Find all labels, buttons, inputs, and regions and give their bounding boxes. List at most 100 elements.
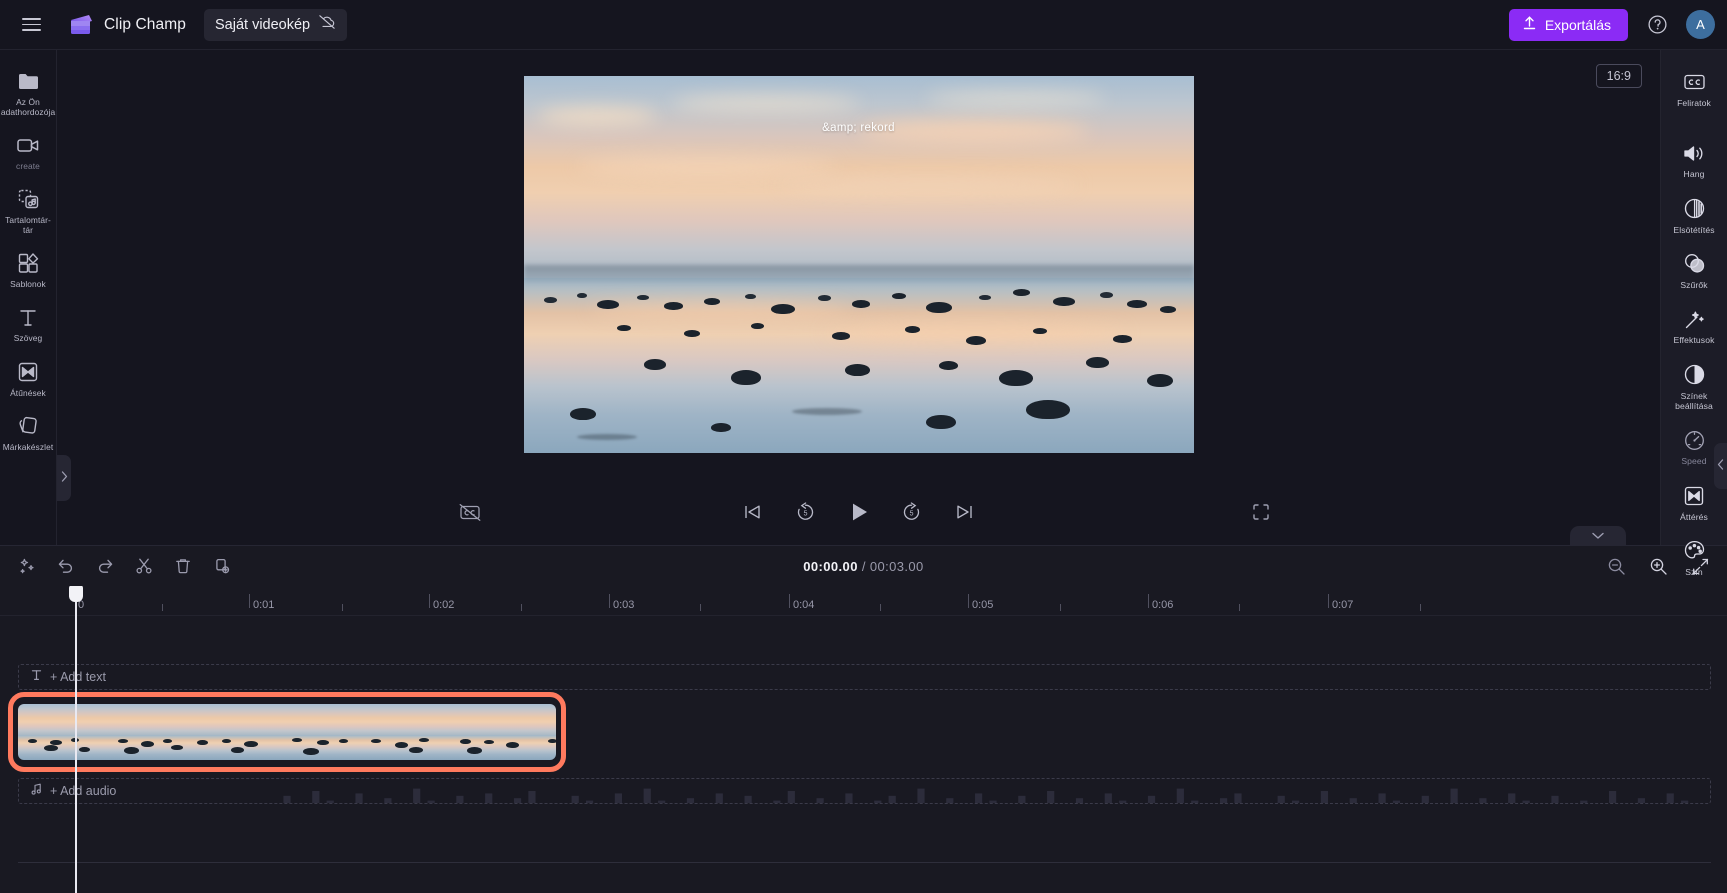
ruler-label: 0:04 (793, 599, 815, 611)
current-time: 00:00.00 (803, 558, 858, 574)
brand-logo-link[interactable]: Clip Champ (68, 12, 186, 37)
panel-item-effects[interactable]: Effektusok (1661, 299, 1727, 352)
panel-item-label: Feliratok (1677, 98, 1711, 108)
transitions-icon (1682, 484, 1706, 508)
palette-icon (1682, 539, 1706, 563)
panel-item-captions[interactable]: Feliratok (1661, 62, 1727, 115)
clipchamp-editor: Clip Champ Saját videokép Exportálás A A… (0, 0, 1727, 893)
clip-thumbnail (358, 704, 443, 760)
help-circle-icon[interactable] (1642, 10, 1672, 40)
panel-item-label: Hang (1683, 169, 1705, 180)
video-camera-icon (16, 133, 40, 157)
top-bar-actions: Exportálás A (1508, 8, 1715, 41)
ruler-label: 0:03 (613, 599, 635, 611)
timeline-tracks: + Add text + Add audio (0, 616, 1727, 804)
brand-name: Clip Champ (104, 15, 186, 33)
sidebar-item-transitions[interactable]: Átűnések (0, 353, 57, 404)
panel-item-filters[interactable]: Szűrők (1661, 244, 1727, 297)
add-text-track[interactable]: + Add text (18, 664, 1711, 690)
add-audio-label: + Add audio (50, 784, 117, 798)
panel-item-label: Szín (1685, 566, 1703, 577)
text-icon (16, 305, 40, 329)
avatar[interactable]: A (1686, 10, 1715, 39)
sidebar-item-create[interactable]: create (0, 126, 57, 177)
preview-sky (523, 76, 1194, 278)
left-tool-rail: Az Ön adathordozója create Tartalomtár-t… (0, 50, 57, 545)
skip-to-end-button[interactable] (950, 497, 980, 527)
preview-overlay-text: &amp; rekord (822, 122, 895, 134)
closed-captions-off-icon[interactable] (455, 497, 485, 527)
left-rail-collapse-handle[interactable] (57, 455, 71, 501)
content-library-icon (16, 187, 40, 211)
timeline-panel: 00:00.00 / 00:03.00 0 0:01 0:02 0:03 0:0… (0, 545, 1727, 893)
play-button[interactable] (844, 497, 874, 527)
panel-item-audio[interactable]: Hang (1661, 133, 1727, 186)
editor-body: Az Ön adathordozója create Tartalomtár-t… (0, 50, 1727, 577)
sidebar-item-brand-kit[interactable]: Márkakészlet (0, 407, 57, 458)
timeline-ruler[interactable]: 0 0:01 0:02 0:03 0:04 0:05 0:06 0:07 (0, 586, 1727, 616)
sidebar-item-text[interactable]: Szöveg (0, 298, 57, 349)
upload-icon (1522, 15, 1537, 34)
sidebar-item-label: Tartalomtár-tár (5, 215, 51, 236)
ruler-label: 0:06 (1152, 599, 1174, 611)
rewind-5s-button[interactable]: 5 (791, 497, 821, 527)
adjust-colors-icon (1682, 363, 1706, 387)
sidebar-item-media[interactable]: Az Ön adathordozója (0, 62, 57, 123)
split-button[interactable] (131, 553, 157, 579)
video-track-row (8, 692, 1727, 772)
total-time: 00:03.00 (869, 558, 924, 574)
audio-waveform (283, 788, 1689, 803)
skip-to-start-button[interactable] (738, 497, 768, 527)
magic-suggestion-button[interactable] (14, 553, 40, 579)
folder-icon (16, 69, 40, 93)
hamburger-icon[interactable] (14, 8, 48, 42)
zoom-out-button[interactable] (1603, 553, 1629, 579)
chevron-right-icon (61, 469, 68, 487)
ruler-label: 0:01 (253, 599, 275, 611)
speedometer-icon (1682, 428, 1706, 452)
duplicate-button[interactable] (209, 553, 235, 579)
closed-captions-icon (1682, 70, 1706, 94)
ruler-label: 0:02 (433, 599, 455, 611)
forward-5s-button[interactable]: 5 (897, 497, 927, 527)
time-separator: / (857, 558, 870, 574)
transport-controls: 5 5 (738, 497, 980, 527)
undo-button[interactable] (53, 553, 79, 579)
panel-item-label: Áttérés (1680, 511, 1708, 522)
clip-thumbnail (443, 704, 528, 760)
timeline-body[interactable]: 0 0:01 0:02 0:03 0:04 0:05 0:06 0:07 + A… (0, 586, 1727, 893)
sidebar-item-templates[interactable]: Sablonok (0, 244, 57, 295)
sidebar-item-content-library[interactable]: Tartalomtár-tár (0, 180, 57, 241)
add-text-label: + Add text (50, 670, 106, 684)
right-rail-collapse-handle[interactable] (1714, 443, 1727, 489)
panel-item-fade[interactable]: Elsötétítés (1661, 189, 1727, 242)
clip-thumbnail (528, 704, 556, 760)
panel-item-color[interactable]: Szín (1661, 531, 1727, 584)
sidebar-item-label: Átűnések (10, 387, 46, 398)
panel-item-adjust-colors[interactable]: Színek beállítása (1661, 355, 1727, 419)
clip-thumbnail (103, 704, 188, 760)
redo-button[interactable] (92, 553, 118, 579)
ruler-label: 0:07 (1332, 599, 1354, 611)
add-audio-track[interactable]: + Add audio (18, 778, 1711, 804)
sidebar-item-label: Márkakészlet (2, 441, 54, 452)
filters-icon (1682, 252, 1706, 276)
timeline-toolbar: 00:00.00 / 00:03.00 (0, 546, 1727, 586)
aspect-ratio-badge[interactable]: 16:9 (1595, 64, 1642, 88)
timeline-tools (14, 553, 235, 579)
ruler-label: 0:05 (972, 599, 994, 611)
panel-item-label: Szűrők (1680, 279, 1708, 290)
delete-button[interactable] (170, 553, 196, 579)
timeline-time-display: 00:00.00 / 00:03.00 (0, 559, 1727, 574)
brand-kit-icon (16, 414, 40, 438)
timeline-playhead[interactable] (69, 586, 83, 893)
project-name-chip[interactable]: Saját videokép (203, 8, 348, 41)
preview-collapse-button[interactable] (1570, 526, 1626, 546)
video-clip[interactable] (18, 704, 556, 760)
project-name: Saját videokép (214, 16, 311, 33)
playhead-handle[interactable] (69, 586, 83, 602)
clipchamp-logo-icon (68, 12, 95, 37)
export-button[interactable]: Exportálás (1508, 8, 1628, 41)
fullscreen-icon[interactable] (1246, 497, 1276, 527)
video-preview[interactable]: &amp; rekord (523, 76, 1194, 453)
